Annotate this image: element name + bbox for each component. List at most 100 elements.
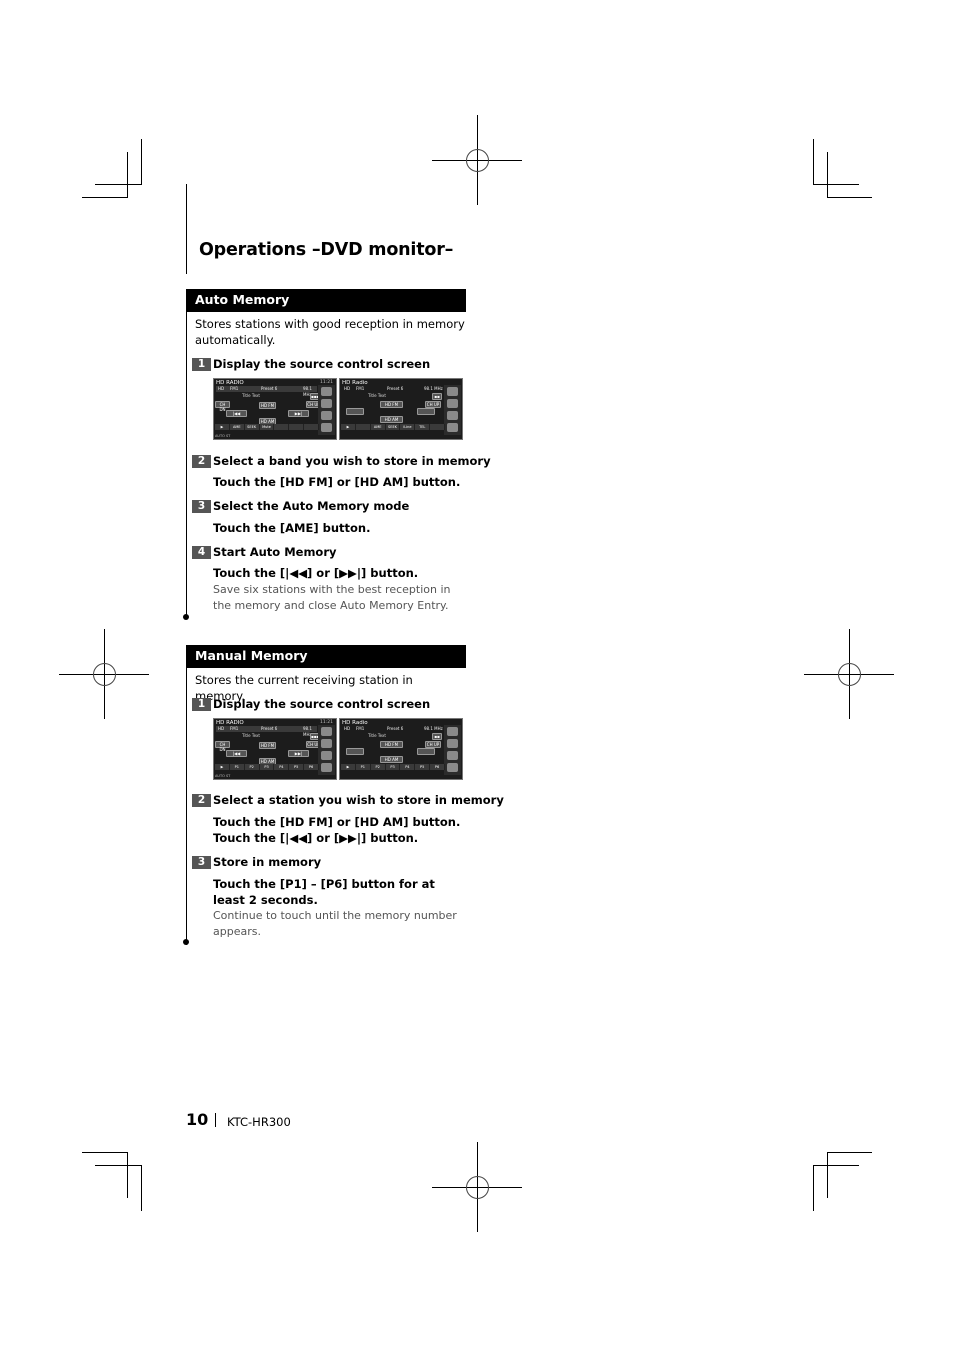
margin-rule (186, 289, 187, 619)
step-title: Select a station you wish to store in me… (213, 793, 504, 807)
prev-button[interactable] (346, 408, 364, 415)
ch-down-button[interactable]: CH DN (215, 741, 230, 752)
step-note: Save six stations with the best receptio… (213, 583, 451, 612)
step-title: Start Auto Memory (213, 545, 337, 559)
step-number: 1 (192, 697, 211, 711)
function-button[interactable]: AME (230, 424, 245, 430)
crop-mark (827, 152, 828, 198)
preset-button[interactable]: P5 (415, 764, 431, 770)
crop-mark (95, 184, 142, 185)
preset-bar: ▶ P1 P2 P3 P4 P5 P6 (341, 764, 446, 770)
step-title: Select a band you wish to store in memor… (213, 454, 491, 468)
step-heading: 1 Display the source control screen (192, 357, 430, 371)
next-button[interactable]: ▶▶| (288, 750, 309, 757)
model-name: KTC-HR300 (227, 1115, 291, 1129)
step-number: 2 (192, 793, 211, 807)
step-heading: 1 Display the source control screen (192, 697, 430, 711)
step-number: 2 (192, 454, 211, 468)
crop-mark (827, 1152, 828, 1198)
next-button[interactable] (417, 748, 435, 755)
preset-label: Preset 6 (387, 726, 404, 731)
crop-mark (813, 1165, 859, 1166)
function-button[interactable] (274, 424, 290, 430)
function-button[interactable]: ▶ (341, 424, 356, 430)
status-footer: AUTO ST (215, 774, 231, 778)
registration-mark (432, 1142, 522, 1232)
next-button[interactable] (417, 408, 435, 415)
settings-icon (447, 763, 458, 772)
source-control-screen-left: HD RADIO 11:21 HD FM1 Preset 6 98.1 MHz … (213, 378, 337, 440)
function-button[interactable]: SEEK (386, 424, 401, 430)
function-button[interactable]: Mute (260, 424, 275, 430)
function-button[interactable] (430, 424, 446, 430)
crop-mark (127, 1152, 128, 1198)
preset-bar: ▶ P1 P2 P3 P4 P5 P6 (215, 764, 320, 770)
step-title: Select the Auto Memory mode (213, 499, 410, 513)
hd-fm-button[interactable]: HD FM (259, 402, 276, 409)
ch-up-button[interactable]: CH UP (425, 741, 441, 748)
step-instruction: Touch the [P1] – [P6] button for at leas… (213, 877, 435, 907)
function-button[interactable]: iLine (400, 424, 416, 430)
crop-mark (82, 1152, 128, 1153)
crop-mark (813, 1165, 814, 1211)
hd-fm-button[interactable]: HD FM (380, 401, 403, 408)
preset-button[interactable]: P1 (356, 764, 371, 770)
hd-fm-button[interactable]: HD FM (380, 741, 403, 748)
step-title: Display the source control screen (213, 697, 431, 711)
prev-button[interactable]: |◀◀ (226, 410, 247, 417)
registration-mark (432, 115, 522, 205)
preset-button[interactable]: P6 (304, 764, 320, 770)
preset-button[interactable]: P2 (245, 764, 260, 770)
step-instruction: Touch the [|◀◀] or [▶▶|] button. (213, 831, 419, 845)
channel-label: FM1 (230, 726, 239, 731)
function-button[interactable]: ▶ (215, 424, 230, 430)
channel-label: FM1 (356, 726, 365, 731)
next-button[interactable]: ▶▶| (288, 410, 309, 417)
sync-icon (321, 751, 332, 760)
menu-button[interactable]: ▪▪ (432, 733, 442, 740)
step-note: Continue to touch until the memory numbe… (213, 909, 457, 938)
preset-button[interactable]: P4 (400, 764, 416, 770)
crop-mark (82, 197, 128, 198)
sync-icon (447, 751, 458, 760)
preset-button[interactable]: P3 (386, 764, 401, 770)
hd-am-button[interactable]: HD AM (380, 756, 403, 763)
function-button[interactable] (304, 424, 320, 430)
function-button[interactable] (356, 424, 371, 430)
preset-button[interactable]: ▶ (215, 764, 230, 770)
prev-button[interactable]: |◀◀ (226, 750, 247, 757)
preset-button[interactable]: P6 (430, 764, 446, 770)
function-button[interactable]: AME (371, 424, 386, 430)
section-heading-auto-memory: Auto Memory (186, 289, 466, 312)
settings-icon (321, 423, 332, 432)
crop-mark (827, 197, 872, 198)
info-bar: HD FM1 Preset 6 98.1 MHz (342, 726, 443, 732)
preset-button[interactable]: P3 (260, 764, 275, 770)
step-instruction: Touch the [HD FM] or [HD AM] button. (213, 475, 461, 489)
hd-fm-button[interactable]: HD FM (259, 742, 276, 749)
function-button[interactable]: SEEK (245, 424, 260, 430)
preset-button[interactable]: P5 (289, 764, 305, 770)
ch-down-button[interactable]: CH DN (215, 401, 230, 412)
menu-button[interactable]: ▪▪ (432, 393, 442, 400)
step-heading: 2 Select a station you wish to store in … (192, 793, 504, 807)
step-number: 1 (192, 357, 211, 371)
preset-button[interactable]: P1 (230, 764, 245, 770)
preset-button[interactable]: P4 (274, 764, 290, 770)
sync-icon (321, 411, 332, 420)
audio-icon (447, 739, 458, 748)
function-button[interactable] (289, 424, 305, 430)
ch-up-button[interactable]: CH UP (425, 401, 441, 408)
crop-mark (127, 152, 128, 198)
preset-button[interactable]: P2 (371, 764, 386, 770)
preset-button[interactable]: ▶ (341, 764, 356, 770)
prev-button[interactable] (346, 748, 364, 755)
title-text: Title Text (368, 393, 386, 398)
band-label: HD (218, 726, 225, 731)
hd-am-button[interactable]: HD AM (380, 416, 403, 423)
step-heading: 2 Select a band you wish to store in mem… (192, 454, 491, 468)
registration-mark (804, 629, 894, 719)
info-bar: HD FM1 Preset 6 98.1 MHz (216, 726, 317, 737)
function-button[interactable]: TEL (415, 424, 431, 430)
crop-mark (95, 1165, 142, 1166)
